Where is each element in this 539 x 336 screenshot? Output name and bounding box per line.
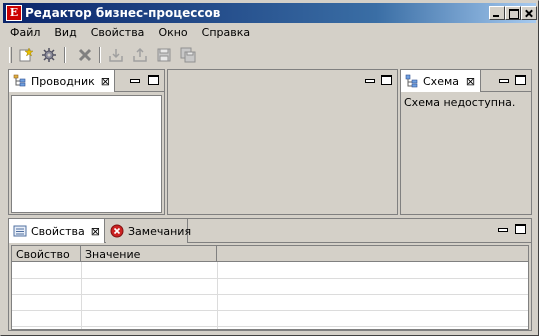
- explorer-panel-header: Проводник ⊠: [9, 70, 164, 92]
- title-bar[interactable]: E Редактор бизнес-процессов: [3, 3, 537, 23]
- explorer-tree-area[interactable]: [11, 95, 162, 213]
- save-icon[interactable]: [156, 47, 172, 63]
- toolbar-separator: [99, 47, 101, 63]
- editor-panel-header: [168, 70, 397, 92]
- explorer-panel: Проводник ⊠: [8, 69, 165, 215]
- properties-icon: [13, 224, 27, 238]
- column-divider: [217, 262, 218, 329]
- schema-panel-header: Схема ⊠: [401, 70, 531, 92]
- maximize-panel-icon[interactable]: [515, 75, 526, 85]
- tab-explorer[interactable]: Проводник ⊠: [9, 70, 115, 92]
- close-tab-icon[interactable]: ⊠: [91, 225, 100, 238]
- bottom-panel-header: Свойства ⊠ Замечания: [9, 219, 531, 243]
- minimize-panel-icon[interactable]: [497, 225, 508, 233]
- table-row[interactable]: [12, 294, 528, 295]
- maximize-button[interactable]: [505, 6, 521, 20]
- close-button[interactable]: [521, 6, 537, 20]
- toolbar-separator: [64, 47, 66, 63]
- tab-properties-label: Свойства: [31, 224, 85, 238]
- bottom-panel: Свойства ⊠ Замечания Свойство Значение: [8, 218, 532, 331]
- app-window: E Редактор бизнес-процессов Файл Вид Сво…: [0, 0, 539, 336]
- window-title: Редактор бизнес-процессов: [25, 6, 221, 20]
- column-header-property[interactable]: Свойство: [12, 246, 81, 262]
- column-header-value[interactable]: Значение: [81, 246, 217, 262]
- minimize-panel-icon[interactable]: [498, 76, 509, 84]
- export-icon[interactable]: [132, 47, 148, 63]
- tab-schema-label: Схема: [423, 74, 459, 88]
- schema-panel: Схема ⊠ Схема недоступна.: [400, 69, 532, 215]
- column-header-empty: [217, 246, 528, 262]
- menu-help[interactable]: Справка: [195, 24, 257, 42]
- editor-panel: [167, 69, 398, 215]
- maximize-panel-icon[interactable]: [148, 75, 159, 85]
- app-icon: E: [6, 5, 22, 21]
- menu-properties[interactable]: Свойства: [84, 24, 152, 42]
- menu-view[interactable]: Вид: [47, 24, 83, 42]
- tab-notes-label: Замечания: [128, 224, 192, 238]
- menu-window[interactable]: Окно: [151, 24, 194, 42]
- properties-table: Свойство Значение: [11, 245, 529, 330]
- table-row[interactable]: [12, 278, 528, 279]
- tab-properties[interactable]: Свойства ⊠: [9, 219, 105, 243]
- settings-icon[interactable]: [41, 47, 57, 63]
- new-process-icon[interactable]: [18, 47, 34, 63]
- tab-notes[interactable]: Замечания: [106, 219, 192, 243]
- schema-message: Схема недоступна.: [404, 96, 516, 109]
- minimize-panel-icon[interactable]: [364, 76, 375, 84]
- maximize-panel-icon[interactable]: [515, 224, 526, 234]
- close-tab-icon[interactable]: ⊠: [465, 75, 476, 88]
- minimize-button[interactable]: [489, 6, 505, 20]
- close-tab-icon[interactable]: ⊠: [101, 75, 110, 88]
- error-icon: [110, 224, 124, 238]
- delete-icon[interactable]: [77, 47, 93, 63]
- import-icon[interactable]: [108, 47, 124, 63]
- maximize-panel-icon[interactable]: [381, 75, 392, 85]
- tab-schema[interactable]: Схема ⊠: [401, 70, 481, 92]
- toolbar-grip[interactable]: [9, 47, 12, 63]
- explorer-tree-icon: [13, 74, 27, 88]
- tab-explorer-label: Проводник: [31, 74, 95, 88]
- toolbar: [3, 44, 536, 66]
- save-all-icon[interactable]: [180, 47, 196, 63]
- menu-file[interactable]: Файл: [3, 24, 47, 42]
- menu-bar: Файл Вид Свойства Окно Справка: [3, 24, 257, 42]
- table-row[interactable]: [12, 310, 528, 311]
- table-row[interactable]: [12, 326, 528, 327]
- column-divider: [81, 262, 82, 329]
- minimize-panel-icon[interactable]: [129, 76, 140, 84]
- schema-icon: [405, 74, 419, 88]
